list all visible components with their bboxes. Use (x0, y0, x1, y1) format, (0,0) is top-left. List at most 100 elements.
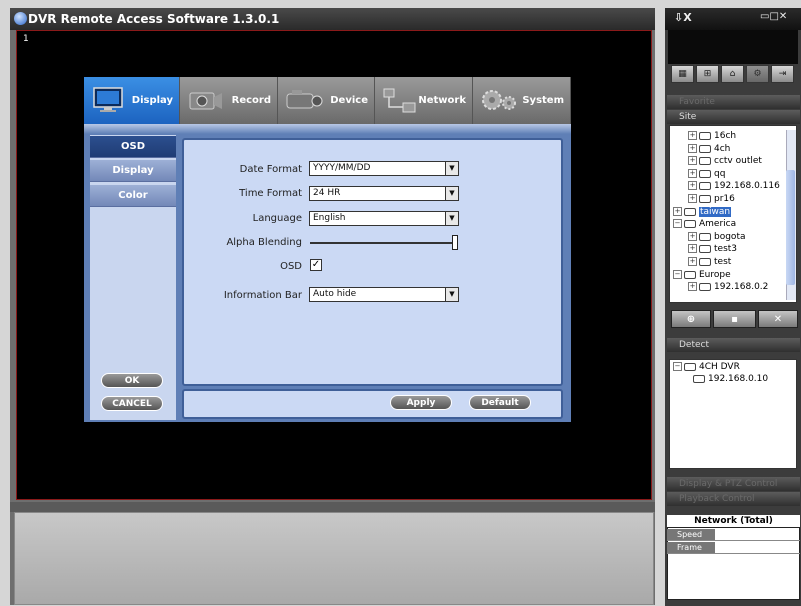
osd-checkbox[interactable]: ✓ (310, 259, 322, 271)
dvr-device-icon (699, 194, 711, 203)
expand-icon[interactable]: − (673, 270, 682, 279)
settings-button[interactable]: ⚙ (746, 65, 769, 83)
dvr-device-icon (699, 282, 711, 291)
dvr-device-icon (693, 374, 705, 383)
dvr-device-icon (699, 169, 711, 178)
site-tree-item[interactable]: + test (688, 257, 731, 267)
side-item-color[interactable]: Color (90, 185, 176, 207)
expand-icon[interactable]: + (688, 131, 697, 140)
tab-device[interactable]: Device (278, 77, 375, 124)
alpha-blending-label: Alpha Blending (226, 237, 302, 248)
display-ptz-section-header[interactable]: Display & PTZ Control (667, 477, 800, 491)
camera-icon (286, 90, 323, 109)
delete-site-button[interactable]: ✕ (758, 310, 798, 328)
site-tree-item[interactable]: − Europe (673, 270, 731, 280)
site-tree-scroll-thumb[interactable] (786, 170, 795, 285)
plus-icon: ⊕ (686, 313, 696, 325)
tab-device-label: Device (330, 95, 368, 106)
detect-section-header[interactable]: Detect (667, 338, 800, 352)
favorite-label: Favorite (679, 97, 715, 107)
dvr-device-icon (684, 362, 696, 371)
site-label: Site (679, 112, 697, 122)
apply-button[interactable]: Apply (390, 395, 452, 410)
language-select[interactable]: English ▼ (309, 211, 459, 226)
site-tree-item-label: Europe (699, 270, 731, 280)
ok-button[interactable]: OK (101, 373, 163, 388)
expand-icon[interactable]: + (688, 156, 697, 165)
site-tree-item-label: cctv outlet (714, 156, 762, 166)
window-controls-icon[interactable]: ▭□✕ (760, 11, 787, 22)
site-tree-item[interactable]: + taiwan (673, 207, 732, 217)
edit-site-button[interactable]: ▪ (713, 310, 756, 328)
pin-icon[interactable]: ⇩X (674, 11, 692, 24)
side-item-display-label: Display (112, 165, 154, 176)
exit-button[interactable]: ⇥ (771, 65, 794, 83)
detect-label: Detect (679, 340, 710, 350)
detect-tree-item[interactable]: 192.168.0.10 (693, 374, 768, 384)
site-section-header[interactable]: Site (667, 110, 800, 124)
tab-display-label: Display (131, 95, 173, 106)
dvr-device-icon (699, 156, 711, 165)
information-bar-value: Auto hide (313, 289, 357, 299)
date-format-value: YYYY/MM/DD (313, 163, 371, 173)
gears-icon (482, 90, 516, 110)
tab-network-label: Network (418, 95, 466, 106)
site-tree-item[interactable]: + qq (688, 169, 725, 179)
time-format-select[interactable]: 24 HR ▼ (309, 186, 459, 201)
cancel-button[interactable]: CANCEL (101, 396, 163, 411)
site-tree-item[interactable]: +16ch (688, 131, 736, 141)
site-tree-item[interactable]: + pr16 (688, 194, 735, 204)
grid-icon: ▦ (678, 69, 687, 79)
chevron-down-icon: ▼ (445, 212, 458, 225)
expand-icon[interactable]: − (673, 219, 682, 228)
information-bar-select[interactable]: Auto hide ▼ (309, 287, 459, 302)
site-tree-item[interactable]: +192.168.0.2 (688, 282, 768, 292)
side-item-display[interactable]: Display (90, 160, 176, 182)
expand-icon[interactable]: + (688, 144, 697, 153)
alpha-blending-slider-handle[interactable] (452, 235, 458, 250)
home-button[interactable]: ⌂ (721, 65, 744, 83)
expand-icon[interactable]: + (688, 282, 697, 291)
screen-layout-button[interactable]: ▦ (671, 65, 694, 83)
site-tree-item[interactable]: +192.168.0.116 (688, 181, 780, 191)
tab-display[interactable]: Display (84, 77, 180, 124)
expand-icon[interactable]: + (688, 181, 697, 190)
expand-icon[interactable]: + (688, 244, 697, 253)
multi-view-button[interactable]: ⊞ (696, 65, 719, 83)
tab-network[interactable]: Network (375, 77, 473, 124)
site-tree-item[interactable]: + bogota (688, 232, 745, 242)
add-site-button[interactable]: ⊕ (671, 310, 711, 328)
side-item-osd[interactable]: OSD (90, 136, 176, 158)
dvr-device-icon (699, 131, 711, 140)
site-tree-item-label: 192.168.0.2 (714, 282, 769, 292)
site-tree-item[interactable]: + test3 (688, 244, 737, 254)
tab-record[interactable]: Record (180, 77, 278, 124)
default-button[interactable]: Default (469, 395, 531, 410)
network-icon (383, 88, 416, 113)
dvr-device-icon (699, 144, 711, 153)
favorite-section-header[interactable]: Favorite (667, 95, 800, 109)
detect-tree-item[interactable]: − 4CH DVR (673, 362, 740, 372)
expand-icon[interactable]: + (688, 257, 697, 266)
tab-system[interactable]: System (473, 77, 571, 124)
site-tree-item[interactable]: − America (673, 219, 736, 229)
playback-label: Playback Control (679, 494, 755, 504)
date-format-label: Date Format (239, 164, 302, 175)
expand-icon[interactable]: − (673, 362, 682, 371)
site-tree-item-label: test (714, 257, 732, 267)
site-tree-item[interactable]: + cctv outlet (688, 156, 762, 166)
chevron-down-icon: ▼ (445, 162, 458, 175)
alpha-blending-track[interactable] (310, 242, 455, 244)
bottom-panel (14, 512, 654, 605)
expand-icon[interactable]: + (673, 207, 682, 216)
window-title: DVR Remote Access Software 1.3.0.1 (28, 12, 280, 26)
date-format-select[interactable]: YYYY/MM/DD ▼ (309, 161, 459, 176)
expand-icon[interactable]: + (688, 169, 697, 178)
expand-icon[interactable]: + (688, 194, 697, 203)
site-tree-item[interactable]: +4ch (688, 144, 730, 154)
playback-section-header[interactable]: Playback Control (667, 492, 800, 506)
checkmark-icon: ✓ (311, 259, 321, 270)
network-title: Network (Total) (667, 515, 800, 528)
expand-icon[interactable]: + (688, 232, 697, 241)
site-tree-item-label: 4ch (714, 144, 731, 154)
